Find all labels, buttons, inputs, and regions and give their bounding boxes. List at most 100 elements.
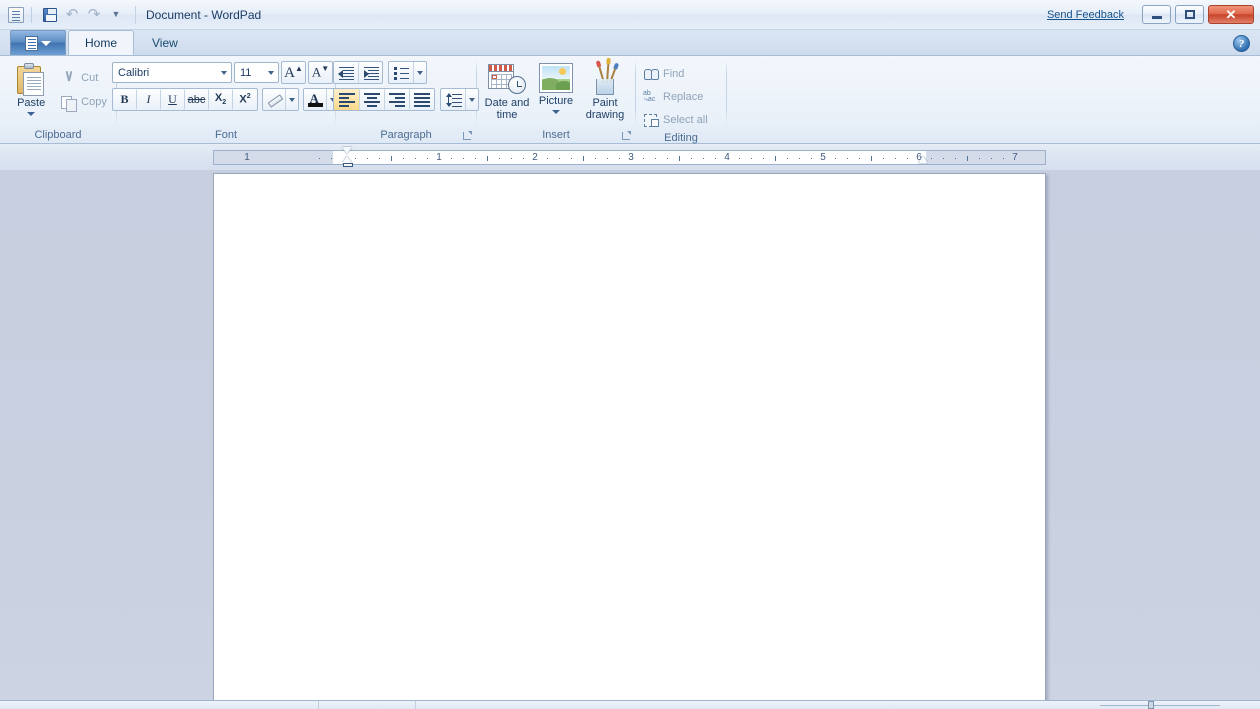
send-feedback-link[interactable]: Send Feedback bbox=[1047, 9, 1124, 21]
help-button[interactable]: ? bbox=[1233, 35, 1250, 52]
ruler-tick-minor bbox=[907, 158, 908, 159]
chevron-down-icon[interactable] bbox=[263, 63, 278, 82]
copy-icon bbox=[61, 94, 78, 112]
maximize-button[interactable] bbox=[1175, 5, 1204, 24]
tab-view-label: View bbox=[152, 36, 178, 50]
ribbon: Paste Cut Copy Clipboard Calibri 11 A▲ A… bbox=[0, 56, 1260, 144]
tab-view[interactable]: View bbox=[136, 31, 194, 55]
left-indent-marker[interactable] bbox=[343, 163, 353, 167]
paint-brushes-icon bbox=[591, 57, 620, 95]
copy-button[interactable]: Copy bbox=[59, 91, 111, 113]
group-label-clipboard: Clipboard bbox=[34, 129, 82, 141]
insert-dialog-launcher[interactable] bbox=[620, 130, 632, 142]
align-center-button[interactable] bbox=[359, 89, 384, 110]
document-icon bbox=[25, 35, 38, 51]
zoom-slider-thumb[interactable] bbox=[1148, 700, 1154, 709]
paint-drawing-button[interactable]: Paint drawing bbox=[579, 57, 631, 121]
superscript-button[interactable]: X2 bbox=[233, 89, 257, 110]
subscript-icon: X2 bbox=[214, 92, 227, 107]
paragraph-dialog-launcher[interactable] bbox=[461, 130, 473, 142]
ruler-tick-minor bbox=[787, 158, 788, 159]
bulleted-list-icon bbox=[393, 66, 409, 80]
ruler-tick-minor bbox=[403, 158, 404, 159]
grow-font-button[interactable]: A▲ bbox=[281, 61, 306, 84]
replace-label: Replace bbox=[663, 91, 704, 103]
grow-font-icon: A▲ bbox=[284, 63, 303, 81]
line-spacing-button[interactable] bbox=[441, 89, 465, 110]
ruler-tick-minor bbox=[451, 158, 452, 159]
ruler-number: 4 bbox=[724, 152, 730, 163]
font-size-combo[interactable]: 11 bbox=[234, 62, 279, 83]
minimize-icon bbox=[1151, 16, 1162, 19]
ruler-tick-minor bbox=[739, 158, 740, 159]
customize-qat-button[interactable]: ▼ bbox=[105, 4, 127, 26]
text-highlight-button[interactable] bbox=[263, 89, 285, 110]
decrease-indent-button[interactable] bbox=[334, 62, 358, 83]
underline-icon: U bbox=[168, 92, 177, 106]
first-line-indent-marker[interactable] bbox=[342, 147, 352, 154]
select-all-button[interactable]: Select all bbox=[641, 109, 712, 131]
justify-button[interactable] bbox=[409, 89, 434, 110]
strikethrough-button[interactable]: abc bbox=[185, 89, 209, 110]
chevron-down-icon bbox=[27, 112, 36, 116]
shrink-font-button[interactable]: A▼ bbox=[308, 61, 333, 84]
undo-button[interactable]: ↶ bbox=[61, 4, 83, 26]
close-button[interactable]: ✕ bbox=[1208, 5, 1254, 24]
underline-button[interactable]: U bbox=[161, 89, 185, 110]
hanging-indent-marker[interactable] bbox=[342, 156, 352, 163]
redo-button[interactable]: ↷ bbox=[83, 4, 105, 26]
document-page[interactable] bbox=[213, 173, 1046, 701]
zoom-controls[interactable] bbox=[1080, 700, 1260, 709]
increase-indent-button[interactable] bbox=[358, 62, 382, 83]
chevron-down-icon[interactable] bbox=[216, 63, 231, 82]
calendar-clock-icon bbox=[488, 63, 526, 95]
status-mid bbox=[319, 701, 415, 709]
font-family-combo[interactable]: Calibri bbox=[112, 62, 232, 83]
picture-icon bbox=[539, 63, 573, 93]
paste-button[interactable]: Paste bbox=[5, 61, 57, 116]
strikethrough-icon: abc bbox=[187, 93, 206, 106]
picture-button[interactable]: Picture bbox=[533, 61, 579, 114]
bullets-button[interactable] bbox=[389, 62, 413, 83]
ruler-zone: 12345671 bbox=[0, 145, 1260, 170]
zoom-slider-track[interactable] bbox=[1100, 704, 1220, 706]
select-all-label: Select all bbox=[663, 114, 708, 126]
align-left-button[interactable] bbox=[334, 89, 359, 110]
align-center-icon bbox=[364, 93, 380, 107]
paint-drawing-label: Paint drawing bbox=[585, 97, 625, 121]
ruler-tick-minor bbox=[643, 158, 644, 159]
ruler-tick-minor bbox=[847, 158, 848, 159]
ruler-tick-minor bbox=[427, 158, 428, 159]
ruler-tick-minor bbox=[799, 158, 800, 159]
replace-button[interactable]: ab ⤷ac Replace bbox=[641, 86, 712, 108]
ruler-tick-minor bbox=[655, 158, 656, 159]
divider bbox=[415, 700, 416, 709]
ruler-tick-minor bbox=[511, 158, 512, 159]
bullets-split-button bbox=[388, 61, 427, 84]
picture-label: Picture bbox=[538, 95, 574, 107]
chevron-down-icon[interactable] bbox=[413, 62, 426, 83]
ruler-tick-major bbox=[487, 156, 488, 161]
ribbon-group-font: Calibri 11 A▲ A▼ B I U abc X2 X2 A Font bbox=[112, 56, 340, 143]
date-and-time-button[interactable]: Date and time bbox=[481, 61, 533, 121]
align-right-button[interactable] bbox=[384, 89, 409, 110]
justify-icon bbox=[414, 93, 430, 107]
highlighter-pen-icon bbox=[267, 93, 282, 107]
subscript-button[interactable]: X2 bbox=[209, 89, 233, 110]
ruler-number: 3 bbox=[628, 152, 634, 163]
ruler-tick-major bbox=[679, 156, 680, 161]
chevron-down-icon bbox=[41, 40, 51, 46]
ruler-tick-minor bbox=[667, 158, 668, 159]
font-color-button[interactable]: A bbox=[304, 89, 326, 110]
italic-button[interactable]: I bbox=[137, 89, 161, 110]
app-menu-button[interactable] bbox=[10, 30, 66, 55]
chevron-down-icon[interactable] bbox=[285, 89, 298, 110]
minimize-button[interactable] bbox=[1142, 5, 1171, 24]
tab-home[interactable]: Home bbox=[68, 30, 135, 55]
floppy-disk-icon bbox=[43, 7, 57, 22]
cut-button[interactable]: Cut bbox=[59, 67, 111, 89]
save-button[interactable] bbox=[39, 4, 61, 26]
find-button[interactable]: Find bbox=[641, 63, 712, 85]
bold-button[interactable]: B bbox=[113, 89, 137, 110]
right-indent-marker[interactable] bbox=[918, 156, 928, 163]
